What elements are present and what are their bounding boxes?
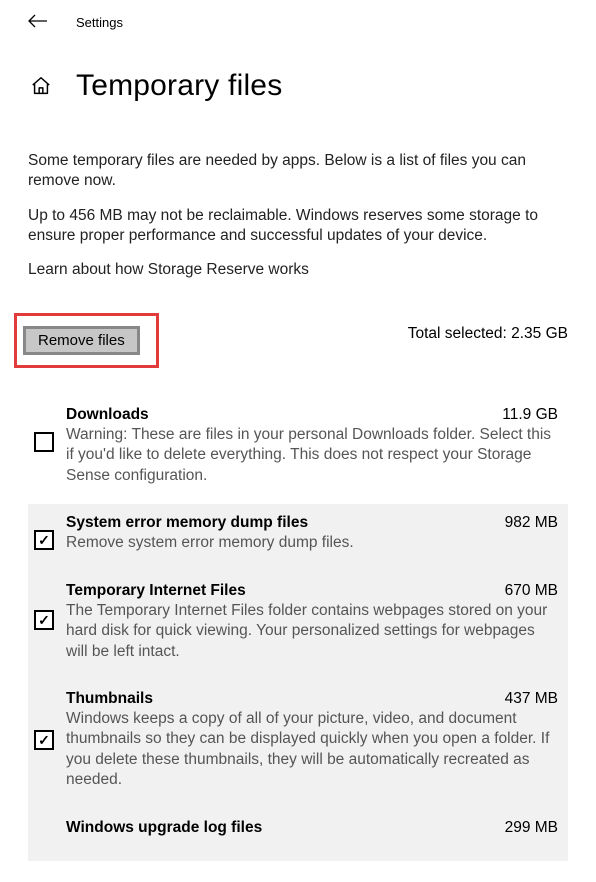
list-item[interactable]: Thumbnails 437 MB Windows keeps a copy o… <box>28 680 568 809</box>
back-arrow-icon[interactable] <box>28 12 48 33</box>
settings-label: Settings <box>76 15 123 30</box>
item-body: Windows upgrade log files 299 MB <box>66 819 558 857</box>
list-item[interactable]: Windows upgrade log files 299 MB <box>28 809 568 861</box>
learn-link[interactable]: Learn about how Storage Reserve works <box>28 261 568 279</box>
intro-text: Some temporary files are needed by apps.… <box>28 151 568 192</box>
checkbox-system-error[interactable] <box>34 530 54 550</box>
item-body: Temporary Internet Files 670 MB The Temp… <box>66 582 558 662</box>
item-title: Windows upgrade log files <box>66 819 262 837</box>
item-desc: Warning: These are files in your persona… <box>66 425 558 486</box>
item-desc: Windows keeps a copy of all of your pict… <box>66 709 558 791</box>
item-title: Thumbnails <box>66 690 153 708</box>
item-title: System error memory dump files <box>66 514 308 532</box>
item-size: 982 MB <box>505 514 558 532</box>
checkbox-temp-internet[interactable] <box>34 610 54 630</box>
action-row: Remove files Total selected: 2.35 GB <box>28 313 568 368</box>
header: Settings <box>0 0 596 41</box>
item-title: Downloads <box>66 406 149 424</box>
list-item[interactable]: Temporary Internet Files 670 MB The Temp… <box>28 572 568 680</box>
checkbox-downloads[interactable] <box>34 432 54 452</box>
item-size: 11.9 GB <box>502 406 558 424</box>
item-desc: The Temporary Internet Files folder cont… <box>66 601 558 662</box>
list-item[interactable]: System error memory dump files 982 MB Re… <box>28 504 568 571</box>
title-row: Temporary files <box>0 41 596 115</box>
remove-files-button[interactable]: Remove files <box>23 326 140 355</box>
total-selected: Total selected: 2.35 GB <box>408 325 568 343</box>
highlight-box: Remove files <box>14 313 159 368</box>
item-size: 299 MB <box>505 819 558 837</box>
item-body: System error memory dump files 982 MB Re… <box>66 514 558 553</box>
item-size: 437 MB <box>505 690 558 708</box>
checkbox-thumbnails[interactable] <box>34 730 54 750</box>
reserve-text: Up to 456 MB may not be reclaimable. Win… <box>28 206 568 247</box>
home-icon[interactable] <box>30 75 52 97</box>
item-title: Temporary Internet Files <box>66 582 246 600</box>
item-body: Thumbnails 437 MB Windows keeps a copy o… <box>66 690 558 791</box>
page-title: Temporary files <box>76 69 282 103</box>
item-desc: Remove system error memory dump files. <box>66 533 558 553</box>
item-body: Downloads 11.9 GB Warning: These are fil… <box>66 406 558 486</box>
list-item[interactable]: Downloads 11.9 GB Warning: These are fil… <box>28 396 568 504</box>
content: Some temporary files are needed by apps.… <box>0 115 596 861</box>
item-size: 670 MB <box>505 582 558 600</box>
